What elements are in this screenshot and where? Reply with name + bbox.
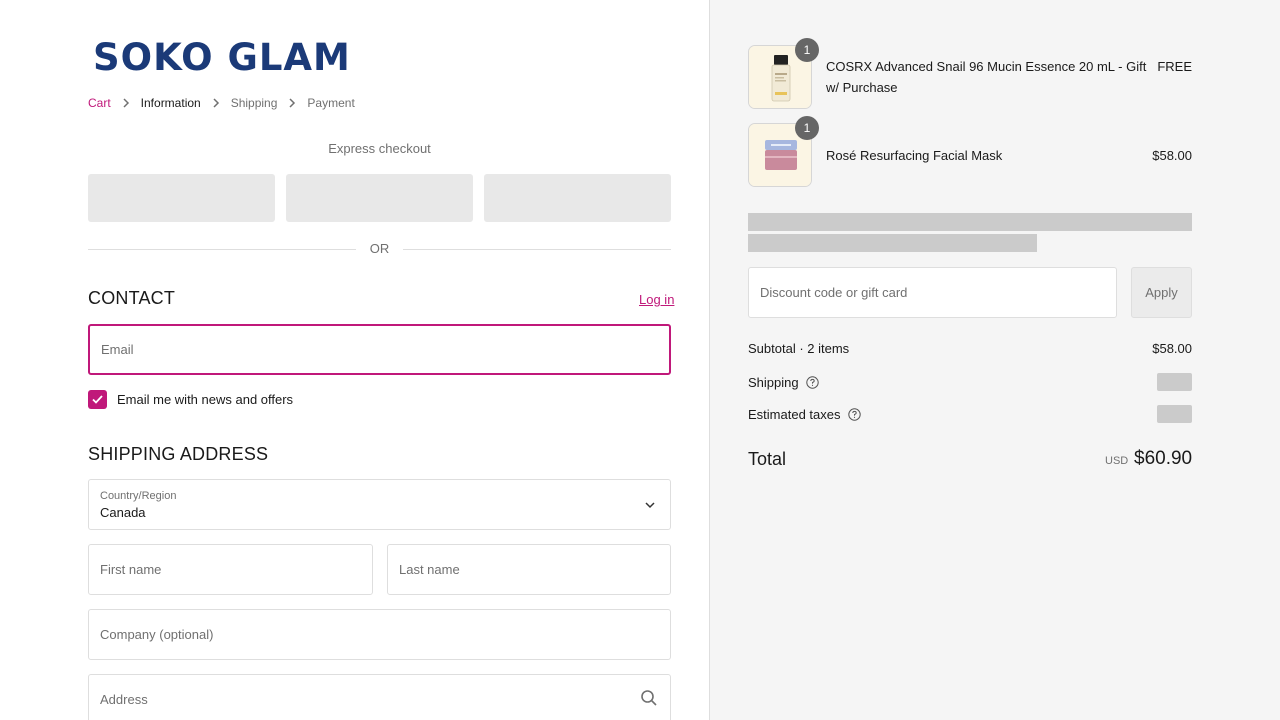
express-pay-button-2[interactable] xyxy=(286,174,473,222)
email-field-container xyxy=(88,324,671,375)
chevron-right-icon xyxy=(277,98,307,108)
chevron-right-icon xyxy=(201,98,231,108)
country-label: Country/Region xyxy=(100,490,177,502)
or-divider: OR xyxy=(88,241,671,257)
login-link[interactable]: Log in xyxy=(639,292,674,307)
breadcrumb-cart[interactable]: Cart xyxy=(88,96,111,110)
breadcrumb-information: Information xyxy=(140,96,201,110)
order-item: 1 COSRX Advanced Snail 96 Mucin Essence … xyxy=(748,38,1192,109)
email-field[interactable] xyxy=(90,326,669,373)
help-circle-icon[interactable] xyxy=(847,407,861,421)
taxes-value-skeleton xyxy=(1157,405,1192,423)
quantity-badge: 1 xyxy=(795,116,819,140)
shipping-row: Shipping xyxy=(748,373,1192,391)
item-price: FREE xyxy=(1157,59,1192,74)
divider-line-right xyxy=(403,249,671,250)
express-pay-button-3[interactable] xyxy=(484,174,671,222)
item-price: $58.00 xyxy=(1152,148,1192,163)
help-circle-icon[interactable] xyxy=(805,375,819,389)
order-item: 1 Rosé Resurfacing Facial Mask $58.00 xyxy=(748,116,1192,187)
shipping-label: Shipping xyxy=(748,374,799,390)
logo[interactable]: SOKO GLAM xyxy=(93,36,351,79)
search-icon xyxy=(641,690,657,706)
taxes-row: Estimated taxes xyxy=(748,405,1192,423)
breadcrumb-shipping: Shipping xyxy=(230,96,278,110)
taxes-label: Estimated taxes xyxy=(748,406,841,422)
newsletter-label[interactable]: Email me with news and offers xyxy=(117,392,293,407)
item-name: COSRX Advanced Snail 96 Mucin Essence 20… xyxy=(826,59,1147,95)
subtotal-label: Subtotal · 2 items xyxy=(748,341,850,356)
chevron-down-icon xyxy=(645,502,655,509)
company-container xyxy=(88,609,671,660)
checkmark-icon xyxy=(92,395,103,404)
first-name-field[interactable] xyxy=(89,545,372,594)
country-select[interactable]: Country/Region Canada xyxy=(88,479,671,530)
item-name: Rosé Resurfacing Facial Mask xyxy=(826,148,1003,163)
shipping-value-skeleton xyxy=(1157,373,1192,391)
last-name-field[interactable] xyxy=(388,545,670,594)
address-field[interactable] xyxy=(89,675,670,720)
contact-title: CONTACT xyxy=(88,288,176,308)
quantity-badge: 1 xyxy=(795,38,819,62)
total-label: Total xyxy=(748,449,787,469)
address-container xyxy=(88,674,671,720)
subtotal-row: Subtotal · 2 items $58.00 xyxy=(748,341,1192,356)
loading-skeleton xyxy=(748,213,1192,231)
discount-code-input[interactable] xyxy=(749,268,1116,317)
total-value: $60.90 xyxy=(1134,448,1193,469)
checkout-main: SOKO GLAM Cart Information Shipping Paym… xyxy=(0,0,710,720)
apply-discount-button[interactable]: Apply xyxy=(1131,267,1192,318)
breadcrumb-payment: Payment xyxy=(307,96,355,110)
subtotal-value: $58.00 xyxy=(1152,341,1192,356)
last-name-container xyxy=(387,544,671,595)
newsletter-checkbox[interactable] xyxy=(88,390,107,409)
express-pay-button-1[interactable] xyxy=(88,174,275,222)
company-field[interactable] xyxy=(89,610,670,659)
express-checkout-title: Express checkout xyxy=(328,141,431,156)
newsletter-row: Email me with news and offers xyxy=(88,390,293,409)
discount-field-container xyxy=(748,267,1117,318)
country-value: Canada xyxy=(100,505,146,520)
breadcrumb: Cart Information Shipping Payment xyxy=(88,96,355,110)
loading-skeleton xyxy=(748,234,1037,252)
shipping-address-title: SHIPPING ADDRESS xyxy=(88,444,269,464)
first-name-container xyxy=(88,544,373,595)
total-currency: USD xyxy=(1105,455,1129,467)
chevron-right-icon xyxy=(111,98,141,108)
